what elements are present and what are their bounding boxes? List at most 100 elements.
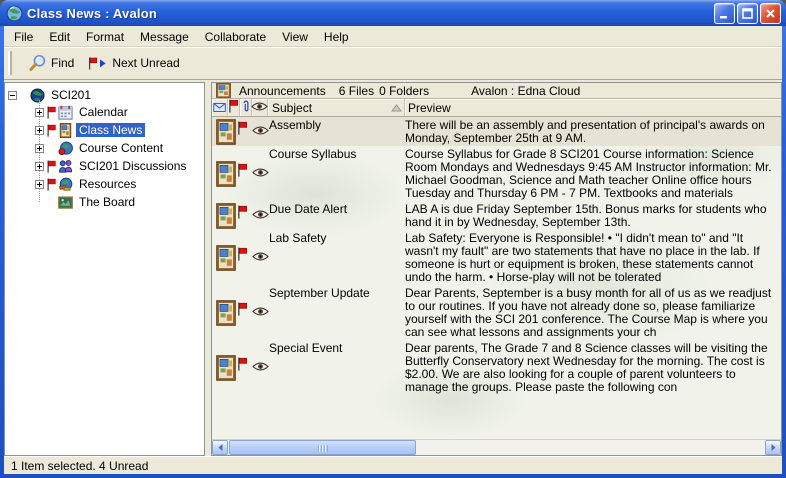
toolbar: Find Next Unread	[4, 47, 782, 80]
column-envelope[interactable]	[212, 99, 228, 116]
tree-item-sci201[interactable]: SCI201	[5, 87, 204, 103]
paperclip-icon	[242, 100, 250, 116]
tree-item-label: SCI201 Discussions	[76, 159, 189, 173]
unread-flag-icon	[46, 160, 57, 173]
message-row-lab-safety[interactable]: Lab Safety Lab Safety: Everyone is Respo…	[212, 230, 781, 285]
message-preview: Dear Parents, September is a busy month …	[405, 287, 781, 339]
menu-edit[interactable]: Edit	[41, 26, 78, 46]
next-unread-flag-icon	[88, 57, 108, 70]
the-board-icon	[58, 194, 74, 210]
message-preview: LAB A is due Friday September 15th. Bonu…	[405, 203, 781, 229]
tree-item-label: Calendar	[76, 105, 131, 119]
conference-header: Announcements 6 Files 0 Folders Avalon :…	[212, 83, 781, 99]
scrollbar-thumb[interactable]	[229, 440, 416, 455]
message-row-course-syllabus[interactable]: Course Syllabus Course Syllabus for Grad…	[212, 146, 781, 201]
collapse-icon[interactable]	[8, 91, 17, 100]
class-news-icon	[58, 122, 74, 138]
maximize-button[interactable]	[737, 3, 758, 24]
horizontal-scrollbar[interactable]	[212, 439, 781, 455]
titlebar[interactable]: Class News : Avalon	[0, 0, 786, 26]
bulletin-item-icon	[216, 245, 236, 271]
column-eye[interactable]	[252, 99, 268, 116]
message-list: Assembly There will be an assembly and p…	[212, 117, 781, 439]
server-context: Avalon : Edna Cloud	[471, 84, 580, 98]
column-subject[interactable]: Subject	[268, 99, 405, 116]
message-row-assembly[interactable]: Assembly There will be an assembly and p…	[212, 117, 781, 146]
announcements-icon	[216, 83, 231, 98]
globe-app-icon	[6, 5, 23, 22]
tree-item-class-news[interactable]: Class News	[5, 121, 204, 139]
bulletin-item-icon	[216, 161, 236, 187]
unread-flag-icon	[237, 357, 248, 371]
status-bar: 1 Item selected. 4 Unread	[4, 456, 782, 474]
menu-help[interactable]: Help	[316, 26, 357, 46]
unread-flag-icon	[237, 205, 248, 219]
unread-flag-icon	[237, 247, 248, 261]
tree-item-label: Class News	[76, 123, 145, 137]
scroll-right-icon[interactable]	[765, 440, 781, 455]
message-preview: Dear parents, The Grade 7 and 8 Science …	[405, 342, 781, 394]
resources-icon	[58, 176, 74, 192]
menu-message[interactable]: Message	[132, 26, 197, 46]
unread-flag-icon	[46, 178, 57, 191]
menu-view[interactable]: View	[274, 26, 316, 46]
course-content-icon	[58, 140, 74, 156]
message-preview: There will be an assembly and presentati…	[405, 119, 781, 145]
message-subject: Lab Safety	[269, 232, 405, 284]
message-row-due-date-alert[interactable]: Due Date Alert LAB A is due Friday Septe…	[212, 201, 781, 230]
menu-format[interactable]: Format	[78, 26, 132, 46]
eye-icon	[252, 125, 269, 139]
menu-file[interactable]: File	[6, 26, 41, 46]
close-button[interactable]	[760, 3, 781, 24]
toolbar-grip[interactable]	[8, 51, 14, 75]
next-unread-button[interactable]: Next Unread	[81, 53, 186, 73]
expand-icon[interactable]	[35, 108, 44, 117]
unread-flag-icon	[237, 121, 248, 135]
scroll-left-icon[interactable]	[212, 440, 228, 455]
tree-item-course-content[interactable]: Course Content	[5, 139, 204, 157]
bulletin-item-icon	[216, 355, 236, 381]
eye-icon	[252, 361, 269, 375]
expand-icon[interactable]	[35, 126, 44, 135]
main-area: SCI201 Calendar Class News Course Conten…	[4, 80, 782, 456]
folder-tree-panel: SCI201 Calendar Class News Course Conten…	[4, 82, 205, 456]
conference-title: Announcements	[239, 84, 326, 98]
expand-icon[interactable]	[35, 162, 44, 171]
tree-item-resources[interactable]: Resources	[5, 175, 204, 193]
message-row-september-update[interactable]: September Update Dear Parents, September…	[212, 285, 781, 340]
message-list-panel: Announcements 6 Files 0 Folders Avalon :…	[211, 82, 782, 456]
tree-children: Calendar Class News Course Content SCI20…	[5, 103, 204, 211]
expand-icon[interactable]	[35, 144, 44, 153]
tree-item-sci201-discussions[interactable]: SCI201 Discussions	[5, 157, 204, 175]
tree-item-label: The Board	[76, 195, 138, 209]
tree-item-label: SCI201	[48, 88, 94, 102]
menu-collaborate[interactable]: Collaborate	[197, 26, 274, 46]
eye-icon	[252, 167, 269, 181]
message-subject: Due Date Alert	[269, 203, 405, 229]
preview-column-label: Preview	[408, 101, 451, 115]
unread-flag-icon	[46, 106, 57, 119]
magnifier-icon	[29, 54, 47, 72]
message-row-special-event[interactable]: Special Event Dear parents, The Grade 7 …	[212, 340, 781, 395]
sort-ascending-icon	[391, 104, 402, 112]
column-preview[interactable]: Preview	[405, 99, 781, 116]
unread-flag-icon	[237, 302, 248, 316]
app-window: Class News : Avalon File Edit Format Mes…	[0, 0, 786, 478]
unread-flag-icon	[46, 124, 57, 137]
eye-icon	[252, 306, 269, 320]
tree-item-the-board[interactable]: The Board	[5, 193, 204, 211]
column-flag[interactable]	[228, 99, 240, 116]
message-preview: Lab Safety: Everyone is Responsible! • "…	[405, 232, 781, 284]
window-title: Class News : Avalon	[27, 6, 157, 21]
tree-item-label: Resources	[76, 177, 139, 191]
find-button[interactable]: Find	[22, 51, 81, 75]
tree-item-calendar[interactable]: Calendar	[5, 103, 204, 121]
files-count: 6 Files	[339, 84, 374, 98]
message-subject: September Update	[269, 287, 405, 339]
message-subject: Special Event	[269, 342, 405, 394]
minimize-button[interactable]	[714, 3, 735, 24]
flag-icon	[228, 99, 239, 116]
calendar-icon	[58, 104, 74, 120]
expand-icon[interactable]	[35, 180, 44, 189]
subject-column-label: Subject	[272, 101, 312, 115]
